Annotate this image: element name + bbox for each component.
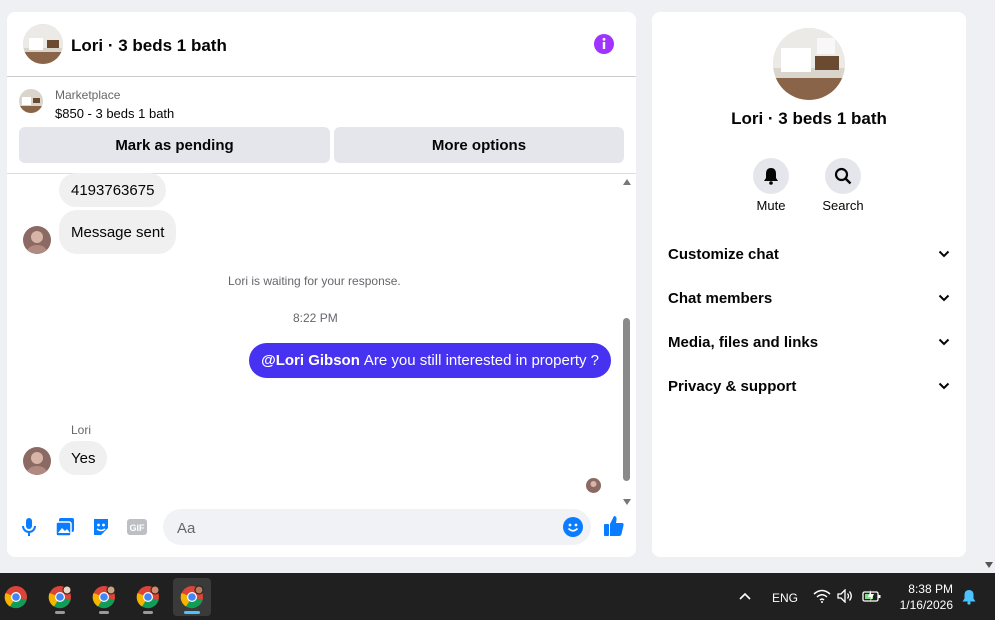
- message-bubble-reply[interactable]: Yes: [59, 441, 108, 475]
- message-list: 4193763675 Message sent Lori is waiting …: [7, 173, 636, 503]
- outgoing-message-text: Are you still interested in property ?: [363, 352, 599, 369]
- search-label: Search: [822, 198, 864, 213]
- gif-icon[interactable]: GIF: [126, 516, 148, 538]
- section-label: Customize chat: [668, 245, 779, 263]
- listing-thumbnail[interactable]: [19, 89, 43, 113]
- scroll-thumb[interactable]: [623, 318, 630, 481]
- contact-avatar[interactable]: [23, 226, 51, 254]
- chrome-profile-icon: [92, 585, 116, 609]
- conversation-info-panel: Lori · 3 beds 1 bath Mute Search Customi…: [652, 12, 966, 557]
- bell-icon: [764, 168, 778, 185]
- emoji-icon[interactable]: [563, 517, 583, 537]
- chat-members-section[interactable]: Chat members: [668, 286, 950, 310]
- section-label: Privacy & support: [668, 377, 797, 395]
- chrome-profile-taskbar-icon-active[interactable]: [173, 578, 211, 616]
- notification-bell-icon[interactable]: [961, 589, 977, 605]
- volume-icon[interactable]: [837, 589, 853, 603]
- chevron-up-icon[interactable]: [738, 591, 752, 601]
- wifi-icon[interactable]: [813, 589, 831, 603]
- running-indicator: [143, 611, 153, 614]
- privacy-support-section[interactable]: Privacy & support: [668, 374, 950, 398]
- sender-name: Lori: [71, 423, 92, 437]
- like-icon[interactable]: [602, 514, 626, 538]
- clock-date: 1/16/2026: [899, 598, 953, 612]
- chevron-down-icon: [938, 382, 950, 390]
- chevron-down-icon: [938, 250, 950, 258]
- waiting-notice: Lori is waiting for your response.: [228, 274, 401, 288]
- outgoing-message[interactable]: @Lori Gibson Are you still interested in…: [249, 343, 611, 378]
- mention[interactable]: @Lori Gibson: [261, 352, 360, 369]
- mute-label: Mute: [756, 198, 786, 213]
- running-indicator: [99, 611, 109, 614]
- mute-button[interactable]: [753, 158, 789, 194]
- running-indicator: [55, 611, 65, 614]
- section-label: Chat members: [668, 289, 773, 307]
- marketplace-bar: Marketplace $850 - 3 beds 1 bath Mark as…: [7, 77, 636, 174]
- search-icon: [834, 167, 852, 185]
- message-bubble-phone[interactable]: 4193763675: [59, 173, 167, 207]
- conversation-name: Lori · 3 beds 1 bath: [731, 109, 887, 128]
- chrome-profile-icon: [180, 585, 204, 609]
- scroll-down-icon[interactable]: [622, 498, 632, 506]
- scroll-up-icon[interactable]: [622, 178, 632, 186]
- chrome-profile-taskbar-icon[interactable]: [85, 578, 123, 616]
- chrome-profile-icon: [48, 585, 72, 609]
- chrome-profile-icon: [136, 585, 160, 609]
- message-bubble-sent[interactable]: Message sent: [59, 210, 177, 254]
- battery-charging-icon[interactable]: [862, 589, 882, 603]
- composer: GIF: [7, 509, 636, 547]
- chrome-profile-taskbar-icon[interactable]: [129, 578, 167, 616]
- photo-icon[interactable]: [54, 516, 76, 538]
- marketplace-label: Marketplace: [55, 88, 121, 102]
- listing-avatar[interactable]: [23, 24, 63, 64]
- more-options-button[interactable]: More options: [334, 127, 624, 163]
- message-input[interactable]: [175, 509, 559, 547]
- customize-chat-section[interactable]: Customize chat: [668, 242, 950, 266]
- active-indicator: [184, 611, 200, 614]
- media-files-links-section[interactable]: Media, files and links: [668, 330, 950, 354]
- clock-time: 8:38 PM: [908, 582, 953, 596]
- mark-as-pending-button[interactable]: Mark as pending: [19, 127, 330, 163]
- search-button[interactable]: [825, 158, 861, 194]
- sticker-icon[interactable]: [90, 516, 112, 538]
- read-receipt-avatar: [586, 478, 601, 493]
- message-scrollbar[interactable]: [621, 176, 633, 506]
- listing-avatar-large[interactable]: [773, 28, 845, 100]
- section-label: Media, files and links: [668, 333, 819, 351]
- system-clock[interactable]: 8:38 PM 1/16/2026: [900, 581, 953, 613]
- chat-panel: Lori · 3 beds 1 bath Marketplace $850 - …: [7, 12, 636, 557]
- contact-avatar[interactable]: [23, 447, 51, 475]
- chrome-profile-taskbar-icon[interactable]: [41, 578, 79, 616]
- microphone-icon[interactable]: [18, 516, 40, 538]
- language-indicator[interactable]: ENG: [772, 591, 798, 605]
- chat-title[interactable]: Lori · 3 beds 1 bath: [71, 36, 227, 56]
- message-input-box[interactable]: [163, 509, 591, 547]
- chevron-down-icon: [938, 338, 950, 346]
- chevron-down-icon: [938, 294, 950, 302]
- chrome-taskbar-icon[interactable]: [0, 578, 35, 616]
- taskbar: ENG 8:38 PM 1/16/2026: [0, 573, 995, 620]
- svg-text:GIF: GIF: [130, 523, 146, 533]
- message-timestamp: 8:22 PM: [293, 311, 338, 325]
- chrome-icon: [4, 586, 27, 609]
- info-icon[interactable]: [594, 34, 614, 54]
- page-scroll-down-icon[interactable]: [984, 560, 994, 570]
- chat-header: Lori · 3 beds 1 bath: [7, 12, 636, 77]
- listing-title[interactable]: $850 - 3 beds 1 bath: [55, 106, 174, 121]
